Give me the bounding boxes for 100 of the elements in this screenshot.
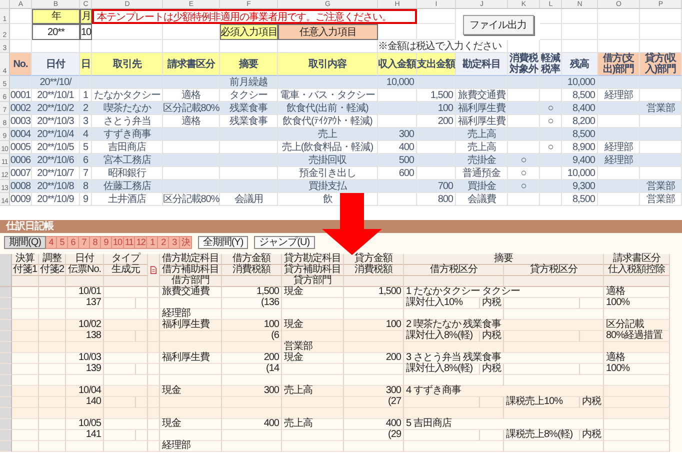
table-header: 取引内容 <box>278 53 378 76</box>
exempt-cell: ○ <box>508 154 540 167</box>
empty-cell <box>148 364 160 375</box>
empty-cell <box>604 441 670 452</box>
column-header: 借方勘定科目 <box>160 254 222 265</box>
partner-cell: 宮本工務店 <box>92 154 163 167</box>
column-header: 伝票No. <box>66 265 104 276</box>
period-button[interactable]: 期間(Q) <box>4 236 46 249</box>
empty-cell <box>104 430 136 441</box>
empty-cell <box>222 430 282 441</box>
balance-cell: 10,000 <box>562 76 598 89</box>
empty-cell <box>282 364 344 375</box>
row-gutter <box>0 386 12 397</box>
memo-cell: 1 たなかタクシー タクシー <box>404 287 604 298</box>
credit-account-cell: 現金 <box>282 320 344 331</box>
month-label: 月 <box>80 9 92 24</box>
empty-cell <box>148 430 160 441</box>
jump-button[interactable]: ジャンプ(U) <box>254 236 315 249</box>
month-button[interactable]: 8 <box>90 236 101 249</box>
no-cell: 0009 <box>10 193 32 206</box>
balance-cell: 9,400 <box>562 154 598 167</box>
month-button[interactable]: 1 <box>147 236 158 249</box>
column-header: 仕入税額控除 <box>604 265 670 276</box>
credit-tax-cell: (29 <box>344 430 404 441</box>
empty-cell <box>344 441 404 452</box>
column-header: 決算 <box>12 254 39 265</box>
month-button[interactable]: 12 <box>135 236 148 249</box>
partner-cell: 土井酒店 <box>92 193 163 206</box>
row-gutter <box>0 419 12 430</box>
empty-cell <box>104 364 136 375</box>
column-header: 貸方税区分 <box>504 265 604 276</box>
empty-cell <box>104 298 136 309</box>
debit-tax-class-cell: 課対仕入8%(軽) <box>404 364 480 375</box>
empty-cell <box>136 298 148 309</box>
empty-cell <box>540 24 562 40</box>
credit-amount-cell: 400 <box>344 419 404 430</box>
export-button[interactable]: ファイル出力 <box>462 14 534 34</box>
empty-cell <box>282 441 344 452</box>
column-header: 貸方金額 <box>344 254 404 265</box>
empty-cell <box>562 9 598 24</box>
empty-cell <box>378 193 417 206</box>
invoice-cell: 区分記載80% <box>163 102 220 115</box>
row-gutter <box>0 342 12 353</box>
date-cell: 20**/10/4 <box>32 128 80 141</box>
empty-cell <box>160 430 222 441</box>
expense-cell: 700 <box>417 180 456 193</box>
debit-amount-cell: 400 <box>222 419 282 430</box>
date-cell: 20**/10/2 <box>32 102 80 115</box>
month-button[interactable]: 2 <box>158 236 170 249</box>
row-gutter <box>0 331 12 342</box>
carry-label: 前月繰越 <box>220 76 278 89</box>
row-gutter <box>0 364 12 375</box>
debit-tax-class-cell: 課対仕入8%(軽) <box>404 331 480 342</box>
no-cell: 0002 <box>10 102 32 115</box>
credit-dept-cell: 営業部 <box>640 193 682 206</box>
expense-cell: 800 <box>417 193 456 206</box>
day-cell: 9 <box>80 193 92 206</box>
credit-account-cell: 売上高 <box>282 419 344 430</box>
credit-dept-cell: 営業部 <box>640 102 682 115</box>
month-button[interactable]: 10 <box>112 236 124 249</box>
balance-cell: 8,500 <box>562 128 598 141</box>
row-gutter <box>0 320 12 331</box>
month-button[interactable]: 5 <box>56 236 68 249</box>
account-cell: 買掛金 <box>456 180 508 193</box>
month-button[interactable]: 11 <box>124 236 136 249</box>
empty-cell <box>282 298 344 309</box>
month-button[interactable]: 3 <box>169 236 180 249</box>
empty-cell <box>222 441 282 452</box>
empty-cell <box>540 9 562 24</box>
empty-cell <box>604 430 670 441</box>
account-cell: 会議費 <box>456 193 508 206</box>
balance-cell: 8,400 <box>562 102 598 115</box>
empty-cell <box>66 441 104 452</box>
invoice-cell: 区分記載 <box>604 320 670 331</box>
column-header: 消費税額 <box>222 265 282 276</box>
voucher-cell: 138 <box>66 331 104 342</box>
credit-tax-class-cell: 課税売上10% <box>504 397 580 408</box>
content-cell: 売掛回収 <box>278 154 378 167</box>
empty-cell <box>39 419 66 430</box>
date-cell: 20**/10/9 <box>32 193 80 206</box>
year-field[interactable]: 20** <box>32 24 80 40</box>
row-gutter <box>0 430 12 441</box>
month-button[interactable]: 9 <box>100 236 112 249</box>
month-button[interactable]: 6 <box>68 236 79 249</box>
window-title: 仕訳日記帳 <box>0 220 682 233</box>
day-cell: 6 <box>80 154 92 167</box>
account-cell: 売掛金 <box>456 154 508 167</box>
debit-tax-mode-cell: 内税 <box>480 364 504 375</box>
all-period-button[interactable]: 全期間(Y) <box>198 236 248 249</box>
balance-cell: 9,300 <box>562 180 598 193</box>
row-gutter <box>0 353 12 364</box>
empty-cell <box>104 441 148 452</box>
month-button[interactable]: 7 <box>78 236 90 249</box>
date-cell: 10/02 <box>66 320 104 331</box>
month-button[interactable]: 4 <box>46 236 57 249</box>
row-gutter <box>0 375 12 386</box>
month-button[interactable]: 決 <box>180 236 192 249</box>
row-gutter <box>0 298 12 309</box>
column-header: 日付 <box>66 254 104 265</box>
debit-amount-cell: 1,500 <box>222 287 282 298</box>
